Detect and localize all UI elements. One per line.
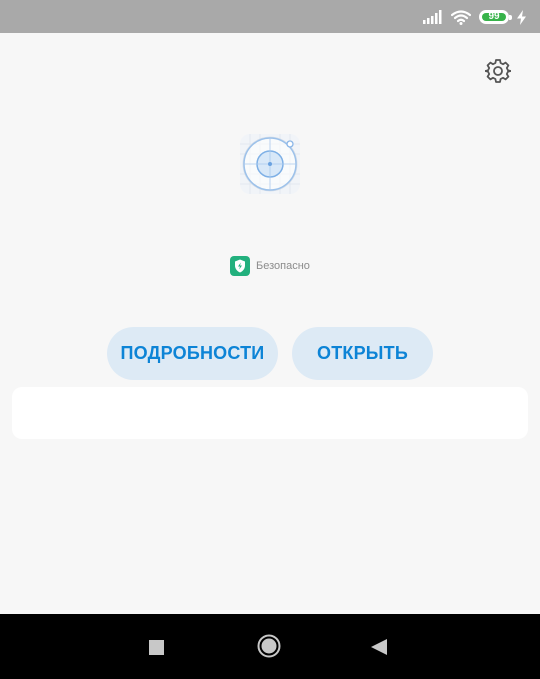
charging-icon — [517, 9, 526, 25]
wifi-icon — [451, 9, 471, 25]
home-icon[interactable] — [257, 634, 281, 658]
safety-label: Безопасно — [256, 260, 310, 272]
navigation-bar — [0, 614, 540, 679]
battery-tip — [509, 15, 512, 20]
status-bar: 99 — [0, 0, 540, 33]
back-icon[interactable] — [370, 638, 388, 656]
gear-icon[interactable] — [485, 58, 511, 84]
shield-check-icon — [230, 256, 250, 276]
app-target-icon — [240, 134, 300, 194]
safety-badge: Безопасно — [230, 256, 310, 276]
details-button[interactable]: ПОДРОБНОСТИ — [107, 327, 278, 380]
info-card — [12, 387, 528, 439]
battery-icon: 99 — [479, 10, 512, 24]
open-button[interactable]: ОТКРЫТЬ — [292, 327, 433, 380]
recent-apps-icon[interactable] — [149, 640, 164, 655]
signal-icon — [423, 10, 442, 24]
status-icons: 99 — [423, 6, 526, 28]
battery-level: 99 — [488, 11, 500, 22]
